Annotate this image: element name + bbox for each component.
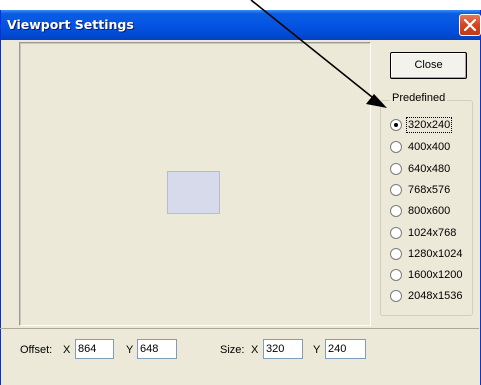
arrow-pointer-icon [250, 0, 387, 108]
